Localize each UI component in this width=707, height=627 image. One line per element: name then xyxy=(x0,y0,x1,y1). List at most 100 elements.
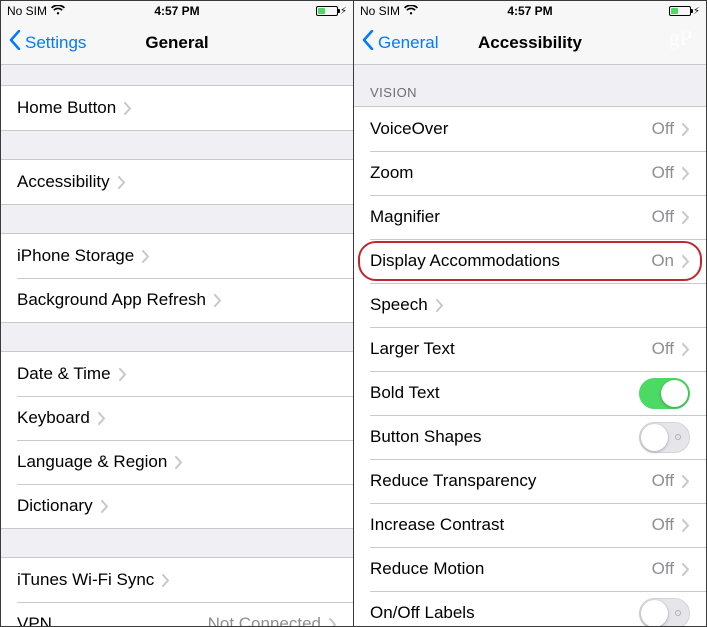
chevron-right-icon xyxy=(98,412,106,425)
chevron-left-icon xyxy=(362,30,378,55)
chevron-right-icon xyxy=(214,294,222,307)
chevron-right-icon xyxy=(682,519,690,532)
row-value: Off xyxy=(652,119,674,139)
status-bar: No SIM 4:57 PM ⚡︎ xyxy=(1,1,353,21)
chevron-right-icon xyxy=(124,102,132,115)
row-value: Off xyxy=(652,471,674,491)
chevron-right-icon xyxy=(142,250,150,263)
chevron-right-icon xyxy=(682,167,690,180)
row-label: Dictionary xyxy=(17,496,93,516)
chevron-left-icon xyxy=(9,30,25,55)
row-speech[interactable]: Speech xyxy=(354,283,706,327)
row-label: Speech xyxy=(370,295,428,315)
wifi-icon xyxy=(404,4,418,18)
charging-icon: ⚡︎ xyxy=(693,6,700,17)
row-label: Keyboard xyxy=(17,408,90,428)
settings-group: iTunes Wi-Fi Sync VPN Not Connected xyxy=(1,557,353,626)
chevron-right-icon xyxy=(682,123,690,136)
right-content: VISIONVoiceOverOffZoomOffMagnifierOffDis… xyxy=(354,65,706,626)
row-keyboard[interactable]: Keyboard xyxy=(1,396,353,440)
chevron-right-icon xyxy=(175,456,183,469)
toggle-knob xyxy=(661,380,688,407)
row-larger-text[interactable]: Larger Text Off xyxy=(354,327,706,371)
carrier-text: No SIM xyxy=(360,4,400,18)
settings-group: Accessibility xyxy=(1,159,353,205)
toggle-bold-text[interactable] xyxy=(639,378,690,409)
row-dictionary[interactable]: Dictionary xyxy=(1,484,353,528)
row-on-off-labels[interactable]: On/Off Labels xyxy=(354,591,706,626)
row-label: Date & Time xyxy=(17,364,111,384)
row-reduce-transparency[interactable]: Reduce Transparency Off xyxy=(354,459,706,503)
nav-bar: Settings General xyxy=(1,21,353,65)
chevron-right-icon xyxy=(118,176,126,189)
chevron-right-icon xyxy=(329,618,337,627)
row-label: On/Off Labels xyxy=(370,603,475,623)
row-date-time[interactable]: Date & Time xyxy=(1,352,353,396)
row-label: Magnifier xyxy=(370,207,440,227)
row-label: Accessibility xyxy=(17,172,110,192)
row-label: Larger Text xyxy=(370,339,455,359)
battery-icon xyxy=(669,6,691,16)
section-gap xyxy=(1,65,353,85)
row-value: On xyxy=(651,251,674,271)
row-reduce-motion[interactable]: Reduce Motion Off xyxy=(354,547,706,591)
nav-bar: General Accessibility xyxy=(354,21,706,65)
chevron-right-icon xyxy=(682,255,690,268)
toggle-knob xyxy=(641,600,668,627)
settings-group: Home Button xyxy=(1,85,353,131)
wifi-icon xyxy=(51,4,65,18)
back-label: Settings xyxy=(25,33,86,53)
row-label: VoiceOver xyxy=(370,119,448,139)
row-label: Bold Text xyxy=(370,383,440,403)
toggle-button-shapes[interactable] xyxy=(639,422,690,453)
back-button[interactable]: General xyxy=(362,30,438,55)
row-language-region[interactable]: Language & Region xyxy=(1,440,353,484)
carrier-text: No SIM xyxy=(7,4,47,18)
status-bar: No SIM 4:57 PM ⚡︎ xyxy=(354,1,706,21)
row-itunes-wi-fi-sync[interactable]: iTunes Wi-Fi Sync xyxy=(1,558,353,602)
back-label: General xyxy=(378,33,438,53)
row-value: Off xyxy=(652,207,674,227)
row-label: Zoom xyxy=(370,163,413,183)
row-background-app-refresh[interactable]: Background App Refresh xyxy=(1,278,353,322)
row-label: Background App Refresh xyxy=(17,290,206,310)
toggle-on-off-labels[interactable] xyxy=(639,598,690,627)
row-label: Increase Contrast xyxy=(370,515,504,535)
row-voiceover[interactable]: VoiceOver Off xyxy=(354,107,706,151)
section-gap xyxy=(1,323,353,351)
row-value: Off xyxy=(652,559,674,579)
row-display-accommodations[interactable]: Display Accommodations On xyxy=(354,239,706,283)
settings-group: iPhone Storage Background App Refresh xyxy=(1,233,353,323)
row-label: VPN xyxy=(17,614,52,626)
row-magnifier[interactable]: Magnifier Off xyxy=(354,195,706,239)
section-gap xyxy=(1,205,353,233)
chevron-right-icon xyxy=(682,563,690,576)
charging-icon: ⚡︎ xyxy=(340,6,347,17)
vision-group: VoiceOverOffZoomOffMagnifierOffDisplay A… xyxy=(354,106,706,626)
row-value: Off xyxy=(652,515,674,535)
row-vpn[interactable]: VPN Not Connected xyxy=(1,602,353,626)
row-iphone-storage[interactable]: iPhone Storage xyxy=(1,234,353,278)
row-label: Reduce Motion xyxy=(370,559,484,579)
battery-icon xyxy=(316,6,338,16)
row-bold-text[interactable]: Bold Text xyxy=(354,371,706,415)
row-value: Not Connected xyxy=(208,614,321,626)
chevron-right-icon xyxy=(682,343,690,356)
row-value: Off xyxy=(652,339,674,359)
row-label: Reduce Transparency xyxy=(370,471,536,491)
row-label: Home Button xyxy=(17,98,116,118)
row-label: Button Shapes xyxy=(370,427,482,447)
left-screenshot: No SIM 4:57 PM ⚡︎ Settings General Home … xyxy=(1,1,354,626)
back-button[interactable]: Settings xyxy=(9,30,86,55)
row-accessibility[interactable]: Accessibility xyxy=(1,160,353,204)
row-increase-contrast[interactable]: Increase Contrast Off xyxy=(354,503,706,547)
section-header-vision: VISION xyxy=(354,65,706,106)
settings-group: Date & Time Keyboard Language & Region Dict… xyxy=(1,351,353,529)
row-zoom[interactable]: ZoomOff xyxy=(354,151,706,195)
chevron-right-icon xyxy=(119,368,127,381)
row-label: Display Accommodations xyxy=(370,251,560,271)
row-home-button[interactable]: Home Button xyxy=(1,86,353,130)
row-button-shapes[interactable]: Button Shapes xyxy=(354,415,706,459)
row-label: iTunes Wi-Fi Sync xyxy=(17,570,154,590)
chevron-right-icon xyxy=(436,299,444,312)
